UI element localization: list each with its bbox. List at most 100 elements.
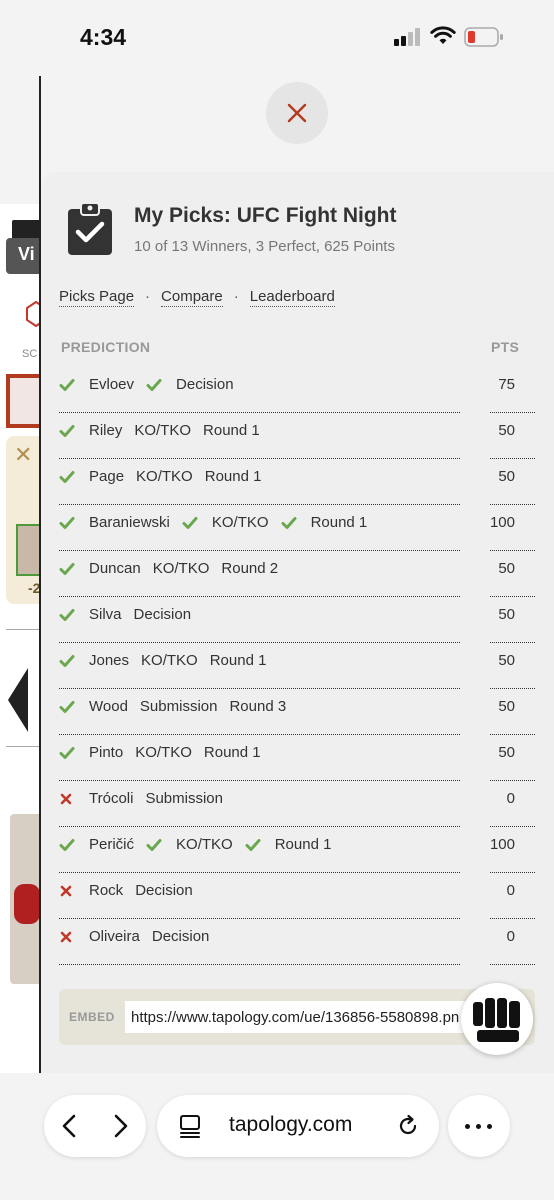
- tapology-fist-button[interactable]: [461, 983, 533, 1055]
- hexagon-icon: [26, 300, 40, 328]
- pick-detail: Round 1: [209, 652, 267, 669]
- panel-subtitle: 10 of 13 Winners, 3 Perfect, 625 Points: [134, 238, 395, 255]
- pick-row: Page KO/TKO Round 1 50: [59, 458, 535, 505]
- status-bar: 4:34: [0, 0, 554, 76]
- browser-toolbar: tapology.com: [0, 1073, 554, 1200]
- pick-row: Pinto KO/TKO Round 1 50: [59, 734, 535, 781]
- pick-prediction: Page KO/TKO Round 1: [59, 468, 273, 485]
- my-picks-panel: My Picks: UFC Fight Night 10 of 13 Winne…: [41, 172, 554, 1073]
- check-icon: [59, 606, 77, 623]
- more-icon-dot: [487, 1124, 492, 1129]
- pick-prediction: Duncan KO/TKO Round 2: [59, 560, 290, 577]
- pick-fighter[interactable]: Riley: [89, 422, 122, 439]
- pick-row: Trócoli Submission 0: [59, 780, 535, 827]
- url-domain: tapology.com: [229, 1113, 353, 1136]
- pick-fighter[interactable]: Page: [89, 468, 124, 485]
- link-separator: ·: [145, 288, 151, 305]
- pick-fighter[interactable]: Duncan: [89, 560, 141, 577]
- embed-label: EMBED: [69, 1010, 115, 1024]
- pick-fighter[interactable]: Peričić: [89, 836, 134, 853]
- background-glove: [14, 884, 40, 924]
- pick-detail: Round 1: [274, 836, 332, 853]
- pick-detail: KO/TKO: [176, 836, 233, 853]
- back-button[interactable]: [44, 1095, 95, 1157]
- background-close-icon[interactable]: ✕: [14, 442, 32, 468]
- wifi-icon: [430, 26, 456, 44]
- pick-row: Riley KO/TKO Round 1 50: [59, 412, 535, 459]
- more-button[interactable]: [448, 1095, 510, 1157]
- pick-fighter[interactable]: Jones: [89, 652, 129, 669]
- status-time: 4:34: [80, 24, 127, 50]
- pick-detail: Round 1: [203, 422, 260, 439]
- background-page: Vi SC ✕ -2: [0, 76, 40, 1073]
- pick-detail: Round 3: [229, 698, 287, 715]
- leaderboard-link[interactable]: Leaderboard: [249, 288, 335, 307]
- pick-points: 50: [498, 744, 515, 761]
- check-icon: [182, 514, 200, 531]
- panel-title: My Picks: UFC Fight Night: [134, 204, 397, 227]
- pick-fighter[interactable]: Baraniewski: [89, 514, 170, 531]
- cross-icon: [59, 928, 77, 945]
- pick-points: 0: [506, 882, 515, 899]
- pick-row: Duncan KO/TKO Round 2 50: [59, 550, 535, 597]
- pick-prediction: Trócoli Submission: [59, 790, 235, 807]
- pick-prediction: Silva Decision: [59, 606, 203, 623]
- pick-detail: Round 1: [203, 744, 261, 761]
- picks-page-link[interactable]: Picks Page: [59, 288, 135, 307]
- pick-fighter[interactable]: Trócoli: [89, 790, 133, 807]
- pick-detail: Decision: [135, 882, 193, 899]
- pick-fighter[interactable]: Wood: [89, 698, 128, 715]
- pick-row: Silva Decision 50: [59, 596, 535, 643]
- pick-fighter[interactable]: Rock: [89, 882, 123, 899]
- more-icon: [465, 1124, 470, 1129]
- points-column-header: PTS: [491, 339, 520, 355]
- reader-icon[interactable]: [177, 1113, 203, 1139]
- reload-icon[interactable]: [395, 1113, 421, 1139]
- pick-prediction: Rock Decision: [59, 882, 205, 899]
- battery-icon: [464, 27, 503, 47]
- pick-prediction: Riley KO/TKO Round 1: [59, 422, 272, 439]
- cross-icon: [59, 882, 77, 899]
- pick-fighter[interactable]: Evloev: [89, 376, 134, 393]
- pick-fighter[interactable]: Silva: [89, 606, 122, 623]
- embed-url-field[interactable]: [125, 1001, 465, 1033]
- pick-points: 75: [498, 376, 515, 393]
- background-fighter-photo: [16, 524, 40, 576]
- pick-fighter[interactable]: Oliveira: [89, 928, 140, 945]
- check-icon: [146, 376, 164, 393]
- pick-detail: KO/TKO: [211, 514, 269, 531]
- check-icon: [59, 836, 77, 853]
- background-red-card[interactable]: [6, 374, 40, 428]
- pick-prediction: Baraniewski KO/TKO Round 1: [59, 514, 379, 531]
- check-icon: [59, 514, 77, 531]
- navigation-pill: [44, 1095, 146, 1157]
- pick-fighter[interactable]: Pinto: [89, 744, 123, 761]
- pick-detail: Round 1: [310, 514, 368, 531]
- background-left-arrow-icon[interactable]: [8, 668, 28, 732]
- close-button[interactable]: [266, 82, 328, 144]
- forward-icon: [114, 1114, 128, 1138]
- check-icon: [146, 836, 164, 853]
- check-icon: [59, 560, 77, 577]
- background-icon: [12, 220, 40, 240]
- check-icon: [59, 468, 77, 485]
- pick-detail: Decision: [133, 606, 192, 623]
- pick-row: Jones KO/TKO Round 1 50: [59, 642, 535, 689]
- background-view-tab[interactable]: Vi: [6, 238, 40, 274]
- address-bar[interactable]: tapology.com: [157, 1095, 439, 1157]
- prediction-column-header: PREDICTION: [61, 339, 151, 355]
- row-divider: [59, 964, 460, 965]
- link-separator: ·: [233, 288, 239, 305]
- check-icon: [59, 698, 77, 715]
- pick-detail: Round 1: [204, 468, 262, 485]
- pick-detail: KO/TKO: [134, 422, 192, 439]
- forward-button[interactable]: [95, 1095, 146, 1157]
- background-divider: [6, 746, 40, 747]
- close-icon: [287, 103, 307, 123]
- pick-detail: KO/TKO: [135, 744, 192, 761]
- compare-link[interactable]: Compare: [161, 288, 223, 307]
- pick-prediction: Wood Submission Round 3: [59, 698, 298, 715]
- pick-points: 50: [498, 468, 515, 485]
- background-divider: [6, 629, 40, 630]
- pick-detail: Submission: [139, 698, 218, 715]
